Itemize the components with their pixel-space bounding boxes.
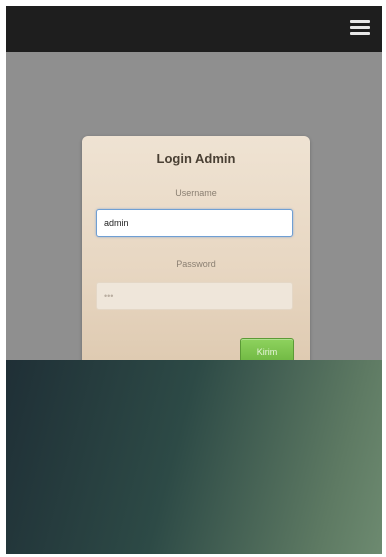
- username-label: Username: [175, 188, 217, 198]
- login-overlay: Login Admin Username Password Kirim: [6, 52, 382, 389]
- password-label: Password: [176, 259, 216, 269]
- background-gradient: [6, 360, 382, 554]
- username-input[interactable]: [96, 209, 293, 237]
- password-input[interactable]: [96, 282, 293, 310]
- app-viewport: Login Admin Username Password Kirim: [6, 6, 382, 554]
- login-title: Login Admin: [156, 151, 236, 166]
- hamburger-menu-icon[interactable]: [350, 20, 370, 36]
- top-navbar: [6, 6, 382, 52]
- login-card: Login Admin Username Password Kirim: [82, 136, 310, 389]
